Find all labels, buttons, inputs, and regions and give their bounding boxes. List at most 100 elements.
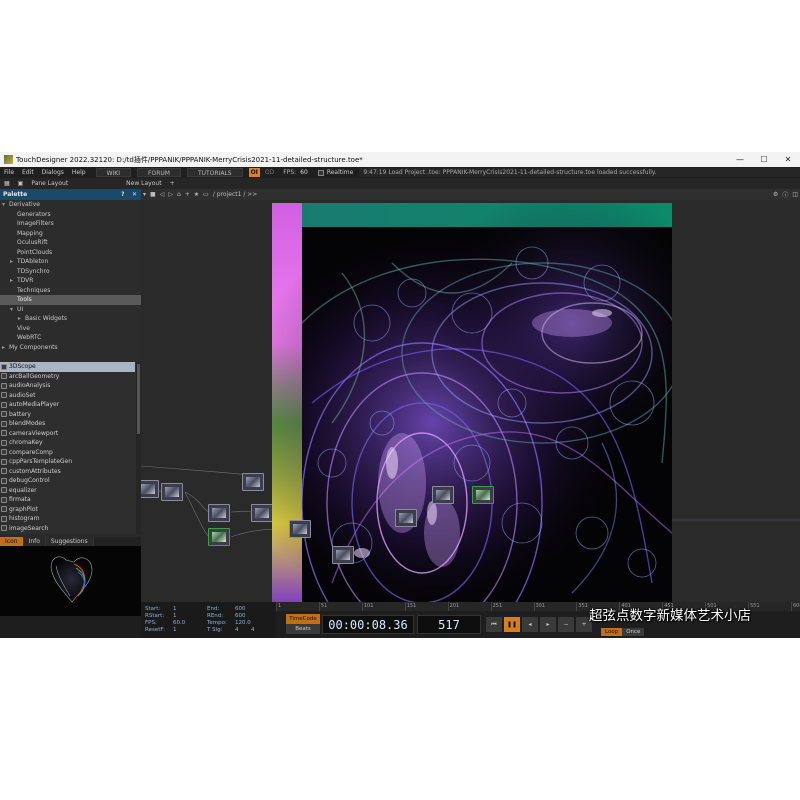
- maximize-button[interactable]: ☐: [752, 152, 776, 167]
- component-list-item[interactable]: chromaKey: [0, 438, 141, 448]
- palette-tree-item[interactable]: ▾ Derivative: [0, 200, 141, 210]
- menu-arrow-icon[interactable]: ▾: [141, 191, 148, 198]
- component-list-item[interactable]: equalizer: [0, 486, 141, 496]
- once-button[interactable]: Once: [622, 628, 645, 636]
- grid-icon[interactable]: ▦: [0, 180, 14, 187]
- operator-node[interactable]: [161, 483, 183, 501]
- forward-icon[interactable]: ▷: [166, 191, 175, 198]
- operator-node[interactable]: [208, 504, 230, 522]
- operator-node[interactable]: [141, 480, 159, 498]
- component-list-item[interactable]: debugControl: [0, 476, 141, 486]
- operator-node[interactable]: [332, 546, 354, 564]
- output-viewer[interactable]: [272, 203, 672, 602]
- palette-tree-item[interactable]: PointClouds: [0, 248, 141, 258]
- tempo-value[interactable]: 120.0: [235, 620, 251, 626]
- tree-toggle-icon[interactable]: ▸: [10, 257, 17, 267]
- tree-toggle-icon[interactable]: ▾: [10, 305, 17, 315]
- palette-tree-item[interactable]: ImageFilters: [0, 219, 141, 229]
- component-list-item[interactable]: audioSet: [0, 391, 141, 401]
- network-path[interactable]: / project1 / >>: [211, 191, 259, 198]
- network-editor[interactable]: [141, 200, 800, 602]
- palette-tree-item[interactable]: TDSynchro: [0, 267, 141, 277]
- minus-button[interactable]: −: [558, 617, 574, 632]
- tutorials-button[interactable]: TUTORIALS: [186, 168, 243, 177]
- operator-node[interactable]: [289, 520, 311, 538]
- component-list-item[interactable]: customAttributes: [0, 467, 141, 477]
- pane-split-icon[interactable]: ◫: [790, 191, 800, 198]
- operator-node[interactable]: [242, 473, 264, 491]
- frame-display[interactable]: 517: [417, 615, 481, 634]
- od-button[interactable]: OD: [262, 169, 277, 176]
- tsig-value-b[interactable]: 4: [251, 627, 255, 633]
- resetf-value[interactable]: 1: [173, 627, 177, 633]
- component-list-item[interactable]: imageSearch: [0, 524, 141, 534]
- settings-icon[interactable]: ⚙: [771, 191, 780, 198]
- pane-layout-button[interactable]: Pane Layout: [27, 180, 72, 187]
- tree-toggle-icon[interactable]: ▾: [2, 200, 9, 210]
- operator-node[interactable]: [472, 486, 494, 504]
- minimize-button[interactable]: —: [728, 152, 752, 167]
- info-icon[interactable]: ⓘ: [780, 190, 790, 199]
- wiki-button[interactable]: WIKI: [95, 168, 132, 177]
- component-list-item[interactable]: autoMediaPlayer: [0, 400, 141, 410]
- tree-toggle-icon[interactable]: ▸: [2, 343, 9, 353]
- component-list-item[interactable]: audioAnalysis: [0, 381, 141, 391]
- end-value[interactable]: 600: [235, 606, 246, 612]
- component-list-item[interactable]: firmata: [0, 495, 141, 505]
- tsig-value-a[interactable]: 4: [235, 627, 239, 633]
- menu-file[interactable]: File: [0, 169, 18, 176]
- tab-icon[interactable]: Icon: [0, 537, 24, 546]
- component-list-item[interactable]: arcBallGeometry: [0, 372, 141, 382]
- operator-node[interactable]: [208, 528, 230, 546]
- palette-tree-item[interactable]: Techniques: [0, 286, 141, 296]
- realtime-toggle[interactable]: Realtime: [317, 169, 353, 176]
- palette-tree-item[interactable]: Vive: [0, 324, 141, 334]
- palette-tree-item[interactable]: WebRTC: [0, 333, 141, 343]
- step-back-button[interactable]: ◂: [522, 617, 538, 632]
- component-list-item[interactable]: blendModes: [0, 419, 141, 429]
- palette-tree-item[interactable]: ▾ UI: [0, 305, 141, 315]
- rewind-button[interactable]: ⏮: [486, 617, 502, 632]
- component-list-item[interactable]: cameraViewport: [0, 429, 141, 439]
- operator-node[interactable]: [395, 509, 417, 527]
- menu-dialogs[interactable]: Dialogs: [38, 169, 68, 176]
- operator-node[interactable]: [432, 486, 454, 504]
- rstart-value[interactable]: 1: [173, 613, 177, 619]
- add-icon[interactable]: +: [183, 191, 192, 198]
- tab-info[interactable]: Info: [23, 537, 46, 546]
- palette-tree-item[interactable]: ▸ TDVR: [0, 276, 141, 286]
- timecode-mode-button[interactable]: TimeCode: [286, 614, 320, 624]
- palette-tree-item[interactable]: ▸ My Components: [0, 343, 141, 353]
- component-list-item[interactable]: cppParsTemplateGen: [0, 457, 141, 467]
- star-icon[interactable]: ★: [192, 191, 201, 198]
- palette-tree-item[interactable]: Generators: [0, 210, 141, 220]
- scrollbar-thumb[interactable]: [137, 364, 140, 434]
- back-icon[interactable]: ◁: [158, 191, 167, 198]
- palette-tree-item[interactable]: ▸ TDAbleton: [0, 257, 141, 267]
- tab-suggestions[interactable]: Suggestions: [45, 537, 94, 546]
- new-layout-button[interactable]: New Layout: [122, 180, 165, 187]
- close-button[interactable]: ✕: [776, 152, 800, 167]
- menu-help[interactable]: Help: [68, 169, 90, 176]
- add-layout-button[interactable]: +: [166, 180, 179, 187]
- pause-button[interactable]: ❚❚: [504, 617, 520, 632]
- oi-button[interactable]: OI: [248, 168, 260, 177]
- palette-tree-item[interactable]: ▸ Basic Widgets: [0, 314, 141, 324]
- palette-tree-item[interactable]: OculusRift: [0, 238, 141, 248]
- rend-value[interactable]: 600: [235, 613, 246, 619]
- start-value[interactable]: 1: [173, 606, 177, 612]
- forum-button[interactable]: FORUM: [137, 168, 181, 177]
- palette-close-button[interactable]: ✕: [132, 189, 137, 200]
- component-list-item[interactable]: battery: [0, 410, 141, 420]
- tree-toggle-icon[interactable]: ▸: [10, 276, 17, 286]
- palette-tree-item[interactable]: Tools: [0, 295, 141, 305]
- pane-icon[interactable]: ▣: [14, 180, 28, 187]
- palette-help-button[interactable]: ?: [121, 189, 124, 200]
- time-mode-toggle[interactable]: TimeCode Beats: [286, 614, 320, 634]
- palette-tree-item[interactable]: Mapping: [0, 229, 141, 239]
- timecode-display[interactable]: 00:00:08.36: [322, 615, 414, 634]
- component-list-item[interactable]: histogram: [0, 514, 141, 524]
- fps-info-value[interactable]: 60.0: [173, 620, 185, 626]
- menu-edit[interactable]: Edit: [18, 169, 38, 176]
- beats-mode-button[interactable]: Beats: [286, 624, 320, 634]
